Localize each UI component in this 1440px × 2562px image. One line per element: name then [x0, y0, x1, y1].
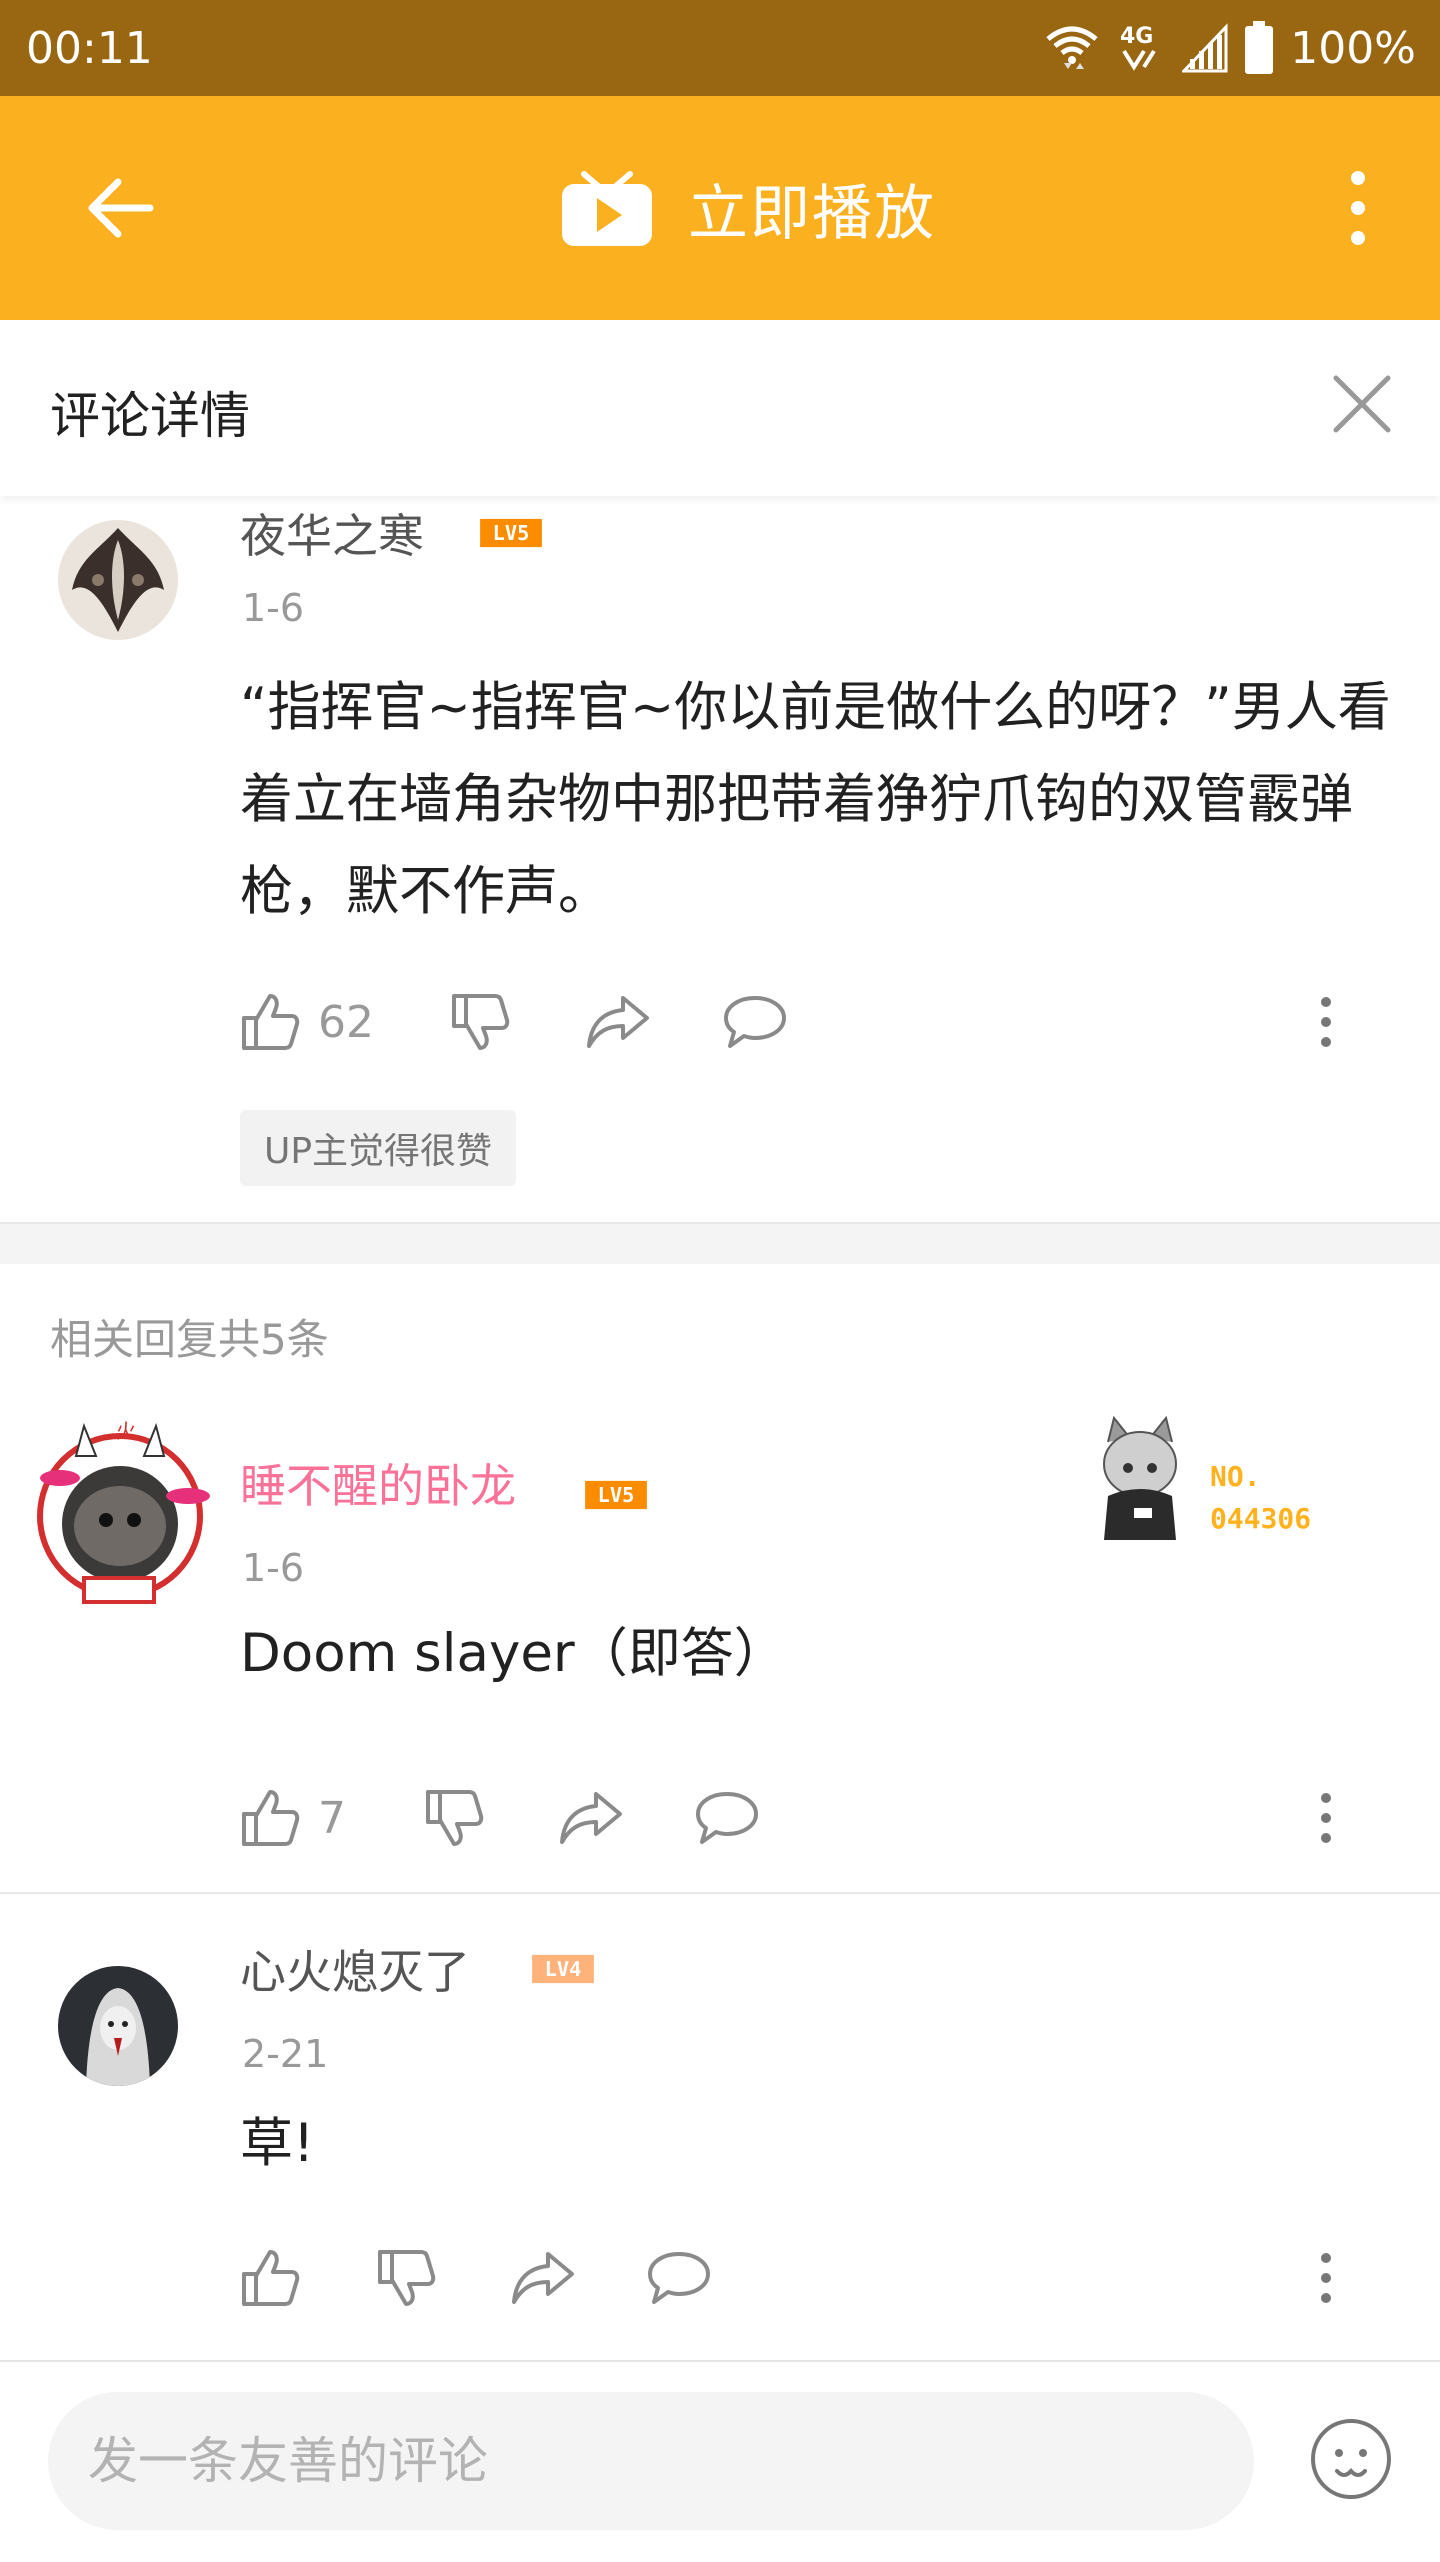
main-comment: 夜华之寒 LV5 1-6 “指挥官~指挥官~你以前是做什么的呀？”男人看着立在墙…: [0, 496, 1440, 1222]
app-bar-title: 立即播放: [688, 178, 936, 249]
more-vert-icon: [1321, 997, 1331, 1047]
share-button[interactable]: [558, 1778, 624, 1858]
dislike-button[interactable]: [424, 1778, 484, 1858]
comment-text: Doom slayer（即答）: [240, 1623, 787, 1684]
level-badge: LV5: [585, 1480, 647, 1510]
reply-item: 心火熄灭了 LV4 2-21 草!: [0, 1936, 1440, 2336]
detail-title: 评论详情: [50, 387, 250, 445]
network-4g-icon: 4G: [1116, 21, 1166, 75]
like-count: 62: [318, 996, 374, 1048]
emoji-button[interactable]: [1306, 2414, 1396, 2504]
emoji-face-icon: [1311, 2419, 1391, 2499]
comment-text: 草!: [240, 2113, 315, 2174]
comment-date: 1-6: [242, 1546, 305, 1590]
reply-button[interactable]: [694, 1778, 760, 1858]
wifi-icon: [1044, 25, 1100, 71]
nameplate-character-icon: [1103, 1415, 1177, 1540]
svg-text:火: 火: [116, 1419, 136, 1443]
svg-text:LV5: LV5: [598, 1483, 635, 1507]
back-arrow-icon: [88, 178, 154, 238]
like-button[interactable]: 7: [240, 1778, 346, 1858]
comment-bubble-icon: [696, 1792, 758, 1844]
svg-text:LV5: LV5: [493, 521, 530, 545]
close-icon: [1333, 375, 1391, 433]
level-badge: LV5: [480, 518, 542, 548]
signal-icon: [1182, 23, 1228, 73]
avatar[interactable]: [58, 520, 178, 640]
close-button[interactable]: [1322, 364, 1402, 444]
comment-text: “指挥官~指挥官~你以前是做什么的呀？”男人看着立在墙角杂物中那把带着狰狞爪钩的…: [240, 677, 1391, 922]
avatar[interactable]: 火: [20, 1416, 212, 1608]
tv-play-icon: [562, 171, 652, 246]
section-separator: [0, 1222, 1440, 1264]
thumb-up-icon: [242, 2250, 300, 2306]
replies-count: 相关回复共5条: [50, 1315, 329, 1364]
comment-actions: 7: [240, 1778, 1400, 1858]
username[interactable]: 夜华之寒: [240, 500, 424, 566]
thumb-down-icon: [426, 1790, 484, 1846]
dislike-button[interactable]: [450, 982, 510, 1062]
like-button[interactable]: 62: [240, 982, 374, 1062]
comment-menu-button[interactable]: [1306, 1778, 1346, 1858]
app-bar: 立即播放: [0, 96, 1440, 320]
avatar[interactable]: [58, 1966, 178, 2086]
share-icon: [512, 2252, 574, 2304]
username[interactable]: 心火熄灭了: [240, 1936, 470, 2002]
level-badge: LV4: [532, 1954, 594, 1984]
more-vert-icon: [1321, 1793, 1331, 1843]
comment-input-bar: [0, 2360, 1440, 2562]
reply-button[interactable]: [722, 982, 788, 1062]
status-icons: 4G 100%: [1044, 21, 1416, 75]
status-bar: 00:11 4G 100%: [0, 0, 1440, 96]
comment-menu-button[interactable]: [1306, 982, 1346, 1062]
more-vert-icon: [1321, 2253, 1331, 2303]
comment-menu-button[interactable]: [1306, 2238, 1346, 2318]
share-icon: [560, 1792, 622, 1844]
share-button[interactable]: [510, 2238, 576, 2318]
like-count: 7: [318, 1792, 346, 1844]
battery-percent: 100%: [1290, 22, 1416, 74]
comment-list[interactable]: 夜华之寒 LV5 1-6 “指挥官~指挥官~你以前是做什么的呀？”男人看着立在墙…: [0, 496, 1440, 2360]
dislike-button[interactable]: [376, 2238, 436, 2318]
comment-detail-header: 评论详情: [0, 320, 1440, 496]
up-liked-badge: UP主觉得很赞: [240, 1110, 517, 1186]
fan-nameplate: NO. 044306: [1080, 1412, 1380, 1562]
more-button[interactable]: [1298, 156, 1418, 260]
battery-icon: [1244, 21, 1274, 75]
divider: [0, 1892, 1440, 1894]
thumb-down-icon: [452, 994, 510, 1050]
nameplate-number: 044306: [1210, 1502, 1312, 1535]
thumb-up-icon: [242, 994, 300, 1050]
back-button[interactable]: [60, 148, 180, 268]
more-vert-icon: [1351, 171, 1365, 245]
status-time: 00:11: [26, 22, 153, 74]
comment-date: 2-21: [242, 2032, 329, 2076]
reply-button[interactable]: [646, 2238, 712, 2318]
like-button[interactable]: [240, 2238, 318, 2318]
play-now-button[interactable]: 立即播放: [560, 156, 936, 260]
nameplate-label: NO.: [1210, 1460, 1261, 1493]
comment-bubble-icon: [724, 996, 786, 1048]
reply-item: 火 睡不醒的卧龙 LV5 1-6 NO. 044306 Doom slayer（…: [0, 1415, 1440, 1886]
share-icon: [587, 996, 649, 1048]
comment-actions: [240, 2238, 1400, 2318]
share-button[interactable]: [585, 982, 651, 1062]
comment-input[interactable]: [48, 2392, 1254, 2530]
comment-actions: 62: [240, 982, 1400, 1062]
username[interactable]: 睡不醒的卧龙: [240, 1450, 516, 1516]
svg-text:LV4: LV4: [545, 1957, 582, 1981]
thumb-down-icon: [378, 2250, 436, 2306]
thumb-up-icon: [242, 1790, 300, 1846]
comment-bubble-icon: [648, 2252, 710, 2304]
network-label: 4G: [1120, 24, 1153, 49]
comment-date: 1-6: [242, 586, 305, 630]
